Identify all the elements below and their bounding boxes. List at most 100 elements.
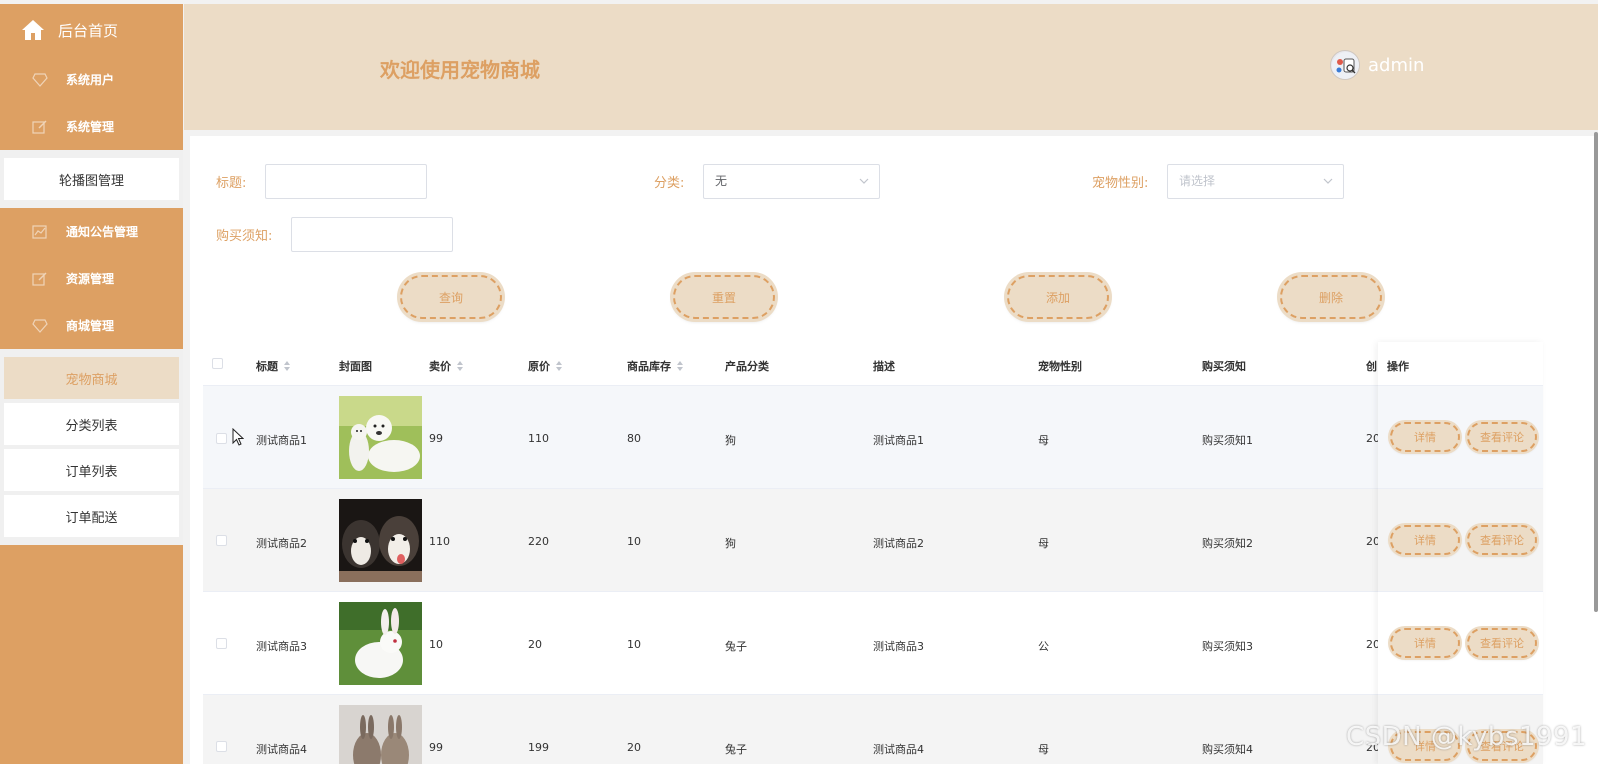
col-cover-label: 封面图 — [339, 360, 372, 373]
cell-title: 测试商品2 — [256, 537, 307, 550]
row-checkbox[interactable] — [216, 433, 227, 444]
view-comments-button[interactable]: 查看评论 — [1467, 628, 1537, 658]
col-stock[interactable]: 商品库存 — [627, 358, 683, 374]
view-comments-button[interactable]: 查看评论 — [1467, 525, 1537, 555]
cell-description: 测试商品3 — [873, 640, 924, 653]
col-category: 产品分类 — [725, 358, 769, 374]
home-icon — [22, 20, 44, 40]
col-description: 描述 — [873, 358, 895, 374]
sort-icon[interactable] — [677, 361, 683, 371]
cell-original-price: 110 — [528, 432, 549, 445]
sidebar-item-system-users[interactable]: 系统用户 — [0, 56, 183, 103]
search-button[interactable]: 查询 — [400, 275, 502, 319]
col-price-label: 卖价 — [429, 360, 451, 373]
col-created-label: 创 — [1366, 360, 1377, 373]
cell-original-price: 199 — [528, 741, 549, 754]
sidebar-subitem-category-list[interactable]: 分类列表 — [4, 403, 179, 445]
table-row[interactable]: 测试商品2 110 220 10 狗 测试商品2 母 购买须知2 20 — [203, 489, 1543, 592]
cell-gender: 公 — [1038, 640, 1049, 653]
cell-description: 测试商品2 — [873, 537, 924, 550]
col-cover: 封面图 — [339, 358, 372, 374]
edit-icon — [32, 272, 47, 286]
cell-stock: 10 — [627, 535, 641, 548]
detail-button[interactable]: 详情 — [1390, 525, 1460, 555]
sidebar-item-system-management[interactable]: 系统管理 — [0, 103, 183, 150]
cell-category: 狗 — [725, 434, 736, 447]
cell-title: 测试商品4 — [256, 743, 307, 756]
gender-label: 宠物性别: — [1092, 176, 1149, 191]
cover-image-white-rabbit — [339, 602, 422, 685]
sidebar-subitem-carousel[interactable]: 轮播图管理 — [4, 158, 179, 200]
sidebar-subitem-order-list[interactable]: 订单列表 — [4, 449, 179, 491]
table-header: 标题 封面图 卖价 原价 商品库存 产品分类 描述 宠物性别 购买须知 创 — [203, 342, 1543, 386]
cell-original-price: 220 — [528, 535, 549, 548]
sidebar-subitem-order-delivery[interactable]: 订单配送 — [4, 495, 179, 537]
delete-button[interactable]: 删除 — [1280, 275, 1382, 319]
sidebar: 后台首页 系统用户 系统管理 轮播图管理 通知公告管理 资源管理 商城管理 宠物… — [0, 4, 183, 764]
cell-stock: 80 — [627, 432, 641, 445]
sidebar-item-resources[interactable]: 资源管理 — [0, 255, 183, 302]
row-checkbox[interactable] — [216, 535, 227, 546]
diamond-icon — [32, 318, 48, 333]
col-gender: 宠物性别 — [1038, 358, 1082, 374]
avatar-image — [1332, 52, 1359, 79]
cell-gender: 母 — [1038, 743, 1049, 756]
sort-icon[interactable] — [457, 361, 463, 371]
mouse-cursor-icon — [232, 428, 244, 446]
sidebar-submenu-1: 轮播图管理 — [0, 150, 183, 208]
select-all-checkbox[interactable] — [212, 358, 223, 369]
sidebar-item-label: 商城管理 — [66, 319, 115, 333]
cell-description: 测试商品1 — [873, 434, 924, 447]
cell-category: 兔子 — [725, 743, 747, 756]
user-menu[interactable]: admin — [1330, 50, 1424, 80]
col-original-price[interactable]: 原价 — [528, 358, 562, 374]
view-comments-button[interactable]: 查看评论 — [1467, 422, 1537, 452]
watermark: CSDN @kybs1991 — [1346, 722, 1588, 752]
cell-description: 测试商品4 — [873, 743, 924, 756]
sidebar-home-label: 后台首页 — [58, 21, 119, 40]
table-row[interactable]: 测试商品3 10 20 10 兔子 测试商品3 公 购买须知3 20 — [203, 592, 1543, 695]
detail-button[interactable]: 详情 — [1390, 422, 1460, 452]
row-checkbox[interactable] — [216, 741, 227, 752]
sidebar-home[interactable]: 后台首页 — [0, 4, 183, 56]
app-root: 后台首页 系统用户 系统管理 轮播图管理 通知公告管理 资源管理 商城管理 宠物… — [0, 0, 1598, 764]
sidebar-item-label: 系统用户 — [66, 73, 115, 87]
sidebar-item-label: 通知公告管理 — [66, 225, 139, 239]
page-scrollbar[interactable] — [1594, 132, 1598, 612]
col-description-label: 描述 — [873, 360, 895, 373]
category-select[interactable]: 无 — [703, 164, 880, 199]
notice-input[interactable] — [291, 217, 453, 252]
gender-select-placeholder: 请选择 — [1179, 174, 1216, 188]
add-button[interactable]: 添加 — [1007, 275, 1109, 319]
cell-notice: 购买须知2 — [1202, 537, 1253, 550]
col-created: 创 — [1366, 358, 1377, 374]
reset-button[interactable]: 重置 — [673, 275, 775, 319]
page-title: 欢迎使用宠物商城 — [380, 58, 540, 82]
sort-icon[interactable] — [284, 361, 290, 371]
table-row[interactable]: 测试商品1 99 110 80 狗 测试商品1 母 购买须知1 20 — [203, 386, 1543, 489]
diamond-icon — [32, 72, 48, 87]
gender-select[interactable]: 请选择 — [1167, 164, 1344, 199]
chevron-down-icon — [859, 178, 869, 184]
detail-button[interactable]: 详情 — [1390, 628, 1460, 658]
cell-price: 110 — [429, 535, 450, 548]
col-stock-label: 商品库存 — [627, 360, 671, 373]
sidebar-item-mall[interactable]: 商城管理 — [0, 302, 183, 349]
sidebar-item-notices[interactable]: 通知公告管理 — [0, 208, 183, 255]
operations-row: 详情 查看评论 — [1378, 489, 1543, 592]
table-row[interactable]: 测试商品4 99 199 20 兔子 测试商品4 母 购买须知4 20 — [203, 695, 1543, 764]
sidebar-subitem-pet-mall[interactable]: 宠物商城 — [4, 357, 179, 399]
product-table: 标题 封面图 卖价 原价 商品库存 产品分类 描述 宠物性别 购买须知 创 测试… — [203, 342, 1543, 764]
sort-icon[interactable] — [556, 361, 562, 371]
row-checkbox[interactable] — [216, 638, 227, 649]
col-title[interactable]: 标题 — [256, 358, 290, 374]
cover-image-rabbits — [339, 705, 422, 764]
cell-price: 99 — [429, 432, 443, 445]
title-input[interactable] — [265, 164, 427, 199]
sidebar-submenu-2: 宠物商城 分类列表 订单列表 订单配送 — [0, 349, 183, 545]
col-price[interactable]: 卖价 — [429, 358, 463, 374]
cell-title: 测试商品1 — [256, 434, 307, 447]
col-gender-label: 宠物性别 — [1038, 360, 1082, 373]
cell-stock: 20 — [627, 741, 641, 754]
chevron-down-icon — [1323, 178, 1333, 184]
